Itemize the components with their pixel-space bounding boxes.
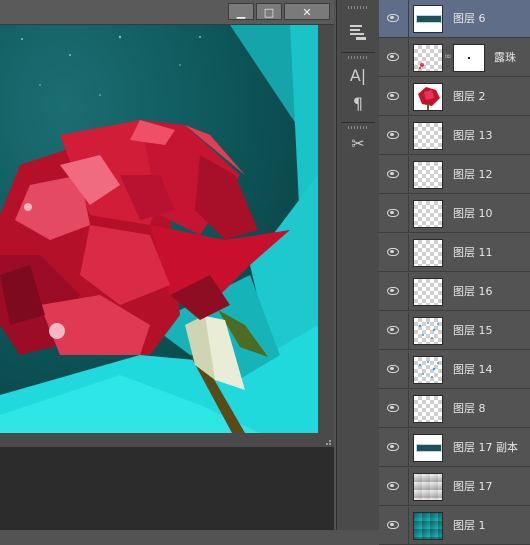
canvas[interactable] <box>0 25 318 433</box>
eye-icon <box>387 14 399 22</box>
visibility-toggle[interactable] <box>379 234 409 272</box>
eye-icon <box>387 443 399 451</box>
visibility-toggle[interactable] <box>379 273 409 311</box>
maximize-button[interactable]: □ <box>256 3 282 20</box>
eye-icon <box>387 521 399 529</box>
layer-name: 图层 13 <box>453 129 493 142</box>
workspace-background <box>0 447 334 530</box>
layer-name: 图层 8 <box>453 402 486 415</box>
eye-icon <box>387 482 399 490</box>
eye-icon <box>387 365 399 373</box>
panel-grip-icon[interactable] <box>348 6 368 9</box>
layer-thumbnail <box>413 161 443 189</box>
layer-name: 图层 17 副本 <box>453 441 518 454</box>
panel-grip-icon[interactable] <box>348 56 368 59</box>
layer-thumbnail <box>413 122 443 150</box>
layer-name: 图层 6 <box>453 12 486 25</box>
layer-row[interactable]: 图层 15 <box>379 312 530 350</box>
eye-icon <box>387 248 399 256</box>
layer-name: 图层 15 <box>453 324 493 337</box>
eye-icon <box>387 170 399 178</box>
horizontal-scrollbar[interactable] <box>0 433 318 447</box>
layer-row[interactable]: 图层 17 <box>379 468 530 506</box>
layer-name: 图层 1 <box>453 519 486 532</box>
layer-name: 图层 12 <box>453 168 493 181</box>
layer-row[interactable]: 图层 10 <box>379 195 530 233</box>
minimize-button[interactable]: ▁ <box>228 3 254 20</box>
visibility-toggle[interactable] <box>379 351 409 389</box>
visibility-toggle[interactable] <box>379 195 409 233</box>
layer-row[interactable]: 图层 13 <box>379 117 530 155</box>
layers-panel: 图层 6 ∞ 露珠图层 2 图层 13 图层 12 图层 10 图层 11 图层 16 图层 1… <box>379 0 530 545</box>
visibility-toggle[interactable] <box>379 0 409 38</box>
visibility-toggle[interactable] <box>379 468 409 506</box>
layer-name: 图层 16 <box>453 285 493 298</box>
layer-name: 图层 11 <box>453 246 493 259</box>
layer-row[interactable]: 图层 16 <box>379 273 530 311</box>
eye-icon <box>387 131 399 139</box>
layer-row[interactable]: 图层 8 <box>379 390 530 428</box>
scissors-tool-icon[interactable]: ✂ <box>346 132 370 156</box>
layer-thumbnail <box>413 356 443 384</box>
visibility-toggle[interactable] <box>379 312 409 350</box>
layer-mask-thumbnail[interactable] <box>453 44 485 72</box>
character-text-icon[interactable]: A| <box>346 64 370 88</box>
eye-icon <box>387 287 399 295</box>
close-button[interactable]: ✕ <box>284 3 330 20</box>
layer-row[interactable]: 图层 11 <box>379 234 530 272</box>
layer-row[interactable]: 图层 17 副本 <box>379 429 530 467</box>
layer-thumbnail <box>413 317 443 345</box>
visibility-toggle[interactable] <box>379 117 409 155</box>
visibility-toggle[interactable] <box>379 78 409 116</box>
eye-icon <box>387 53 399 61</box>
vertical-scrollbar[interactable] <box>318 25 334 433</box>
rose-artwork <box>0 25 318 433</box>
visibility-toggle[interactable] <box>379 507 409 545</box>
layer-row[interactable]: 图层 2 <box>379 78 530 116</box>
layer-name: 露珠 <box>494 51 516 64</box>
layer-name: 图层 14 <box>453 363 493 376</box>
panel-icon-strip: A| ¶ ✂ <box>336 0 380 530</box>
visibility-toggle[interactable] <box>379 39 409 77</box>
layer-row[interactable]: ∞ 露珠 <box>379 39 530 77</box>
layer-thumbnail <box>413 512 443 540</box>
document-title-bar[interactable]: ▁ □ ✕ <box>0 0 334 25</box>
document-window: ▁ □ ✕ <box>0 0 334 530</box>
layer-thumbnail <box>413 473 443 501</box>
layer-thumbnail <box>413 239 443 267</box>
layer-thumbnail <box>413 278 443 306</box>
layer-thumbnail <box>413 434 443 462</box>
eye-icon <box>387 326 399 334</box>
layer-thumbnail <box>413 83 443 111</box>
paragraph-style-icon[interactable] <box>346 20 370 44</box>
panel-grip-icon[interactable] <box>348 126 368 129</box>
visibility-toggle[interactable] <box>379 429 409 467</box>
layer-row[interactable]: 图层 1 <box>379 507 530 545</box>
layer-row[interactable]: 图层 12 <box>379 156 530 194</box>
resize-grip-icon[interactable] <box>318 433 334 447</box>
visibility-toggle[interactable] <box>379 156 409 194</box>
paragraph-mark-icon[interactable]: ¶ <box>346 92 370 116</box>
eye-icon <box>387 404 399 412</box>
layer-thumbnail <box>413 200 443 228</box>
layer-thumbnail <box>413 44 443 72</box>
layer-name: 图层 17 <box>453 480 493 493</box>
visibility-toggle[interactable] <box>379 390 409 428</box>
eye-icon <box>387 209 399 217</box>
layer-name: 图层 10 <box>453 207 493 220</box>
layer-row[interactable]: 图层 14 <box>379 351 530 389</box>
layer-name: 图层 2 <box>453 90 486 103</box>
eye-icon <box>387 92 399 100</box>
link-chain-icon[interactable]: ∞ <box>444 52 452 63</box>
layer-thumbnail <box>413 5 443 33</box>
layer-row[interactable]: 图层 6 <box>379 0 530 38</box>
layer-thumbnail <box>413 395 443 423</box>
